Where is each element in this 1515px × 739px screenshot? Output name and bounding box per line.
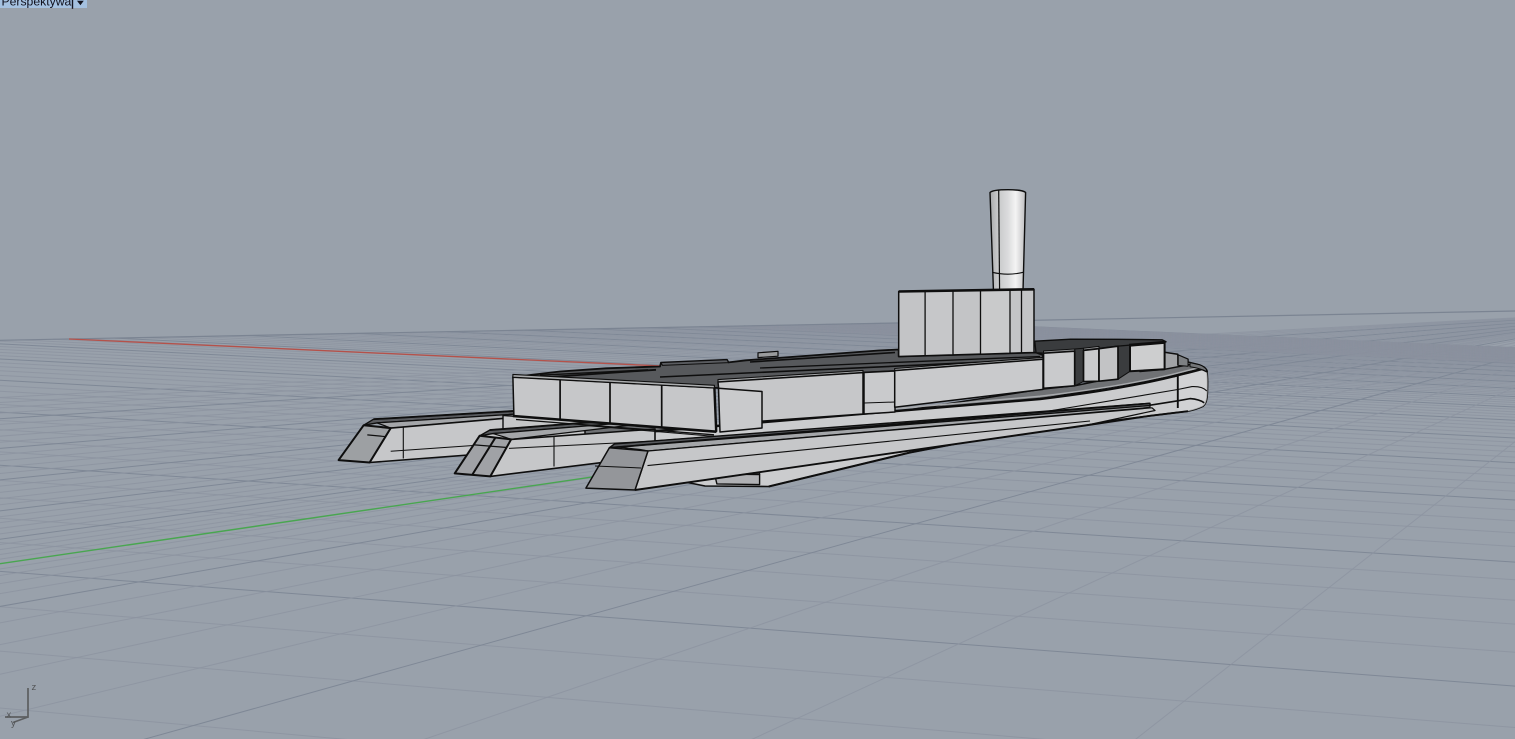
svg-text:z: z xyxy=(32,682,37,693)
svg-text:y: y xyxy=(11,718,16,729)
svg-text:Perspektywa: Perspektywa xyxy=(2,0,72,9)
